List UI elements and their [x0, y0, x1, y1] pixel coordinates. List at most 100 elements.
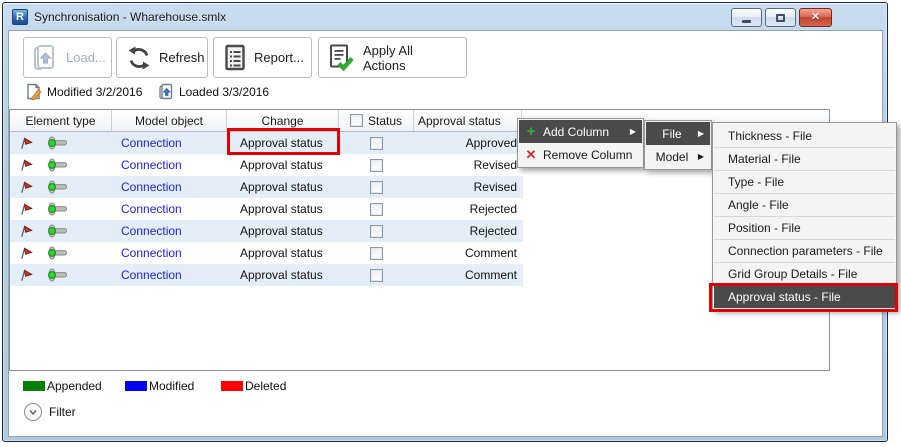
legend-appended-label: Appended	[47, 379, 102, 393]
menu-item-add-column[interactable]: + Add Column ▶	[519, 120, 642, 143]
column-context-menu: + Add Column ▶ ✕ Remove Column	[517, 118, 644, 168]
change-cell: Approval status	[240, 158, 323, 172]
file-label: File	[662, 126, 682, 141]
connection-status-icon	[48, 136, 67, 150]
status-checkbox[interactable]	[370, 224, 383, 238]
menu-item-file[interactable]: File ▶	[646, 122, 710, 145]
deleted-color-swatch	[221, 381, 243, 391]
menu-item-connection-parameters-file[interactable]: Connection parameters - File	[714, 239, 895, 262]
flag-icon	[21, 246, 33, 259]
table-row[interactable]: Connection Approval status Revised	[10, 154, 523, 176]
menu-item-position-file[interactable]: Position - File	[714, 216, 895, 239]
model-object-link[interactable]: Connection	[121, 246, 182, 260]
status-checkbox[interactable]	[370, 136, 383, 150]
connection-status-icon	[48, 202, 67, 216]
menu-item-remove-column[interactable]: ✕ Remove Column	[519, 143, 642, 166]
column-header-model-object[interactable]: Model object	[112, 110, 227, 131]
refresh-button[interactable]: Refresh	[116, 37, 208, 78]
element-type-cell	[10, 264, 112, 286]
connection-status-icon	[48, 180, 67, 194]
menu-item-label: Connection parameters - File	[728, 244, 883, 258]
status-header-checkbox[interactable]	[349, 114, 363, 127]
maximize-button[interactable]	[765, 8, 796, 27]
filter-expander: Filter	[24, 403, 76, 421]
flag-icon	[21, 202, 33, 215]
approval-status-cell: Approved	[465, 136, 517, 150]
loaded-icon	[159, 83, 173, 100]
element-type-cell	[10, 198, 112, 220]
flag-icon	[21, 136, 33, 149]
desktop: R Synchronisation - Wharehouse.smlx ✕ Lo…	[0, 0, 901, 447]
apply-all-actions-icon	[330, 44, 354, 71]
loaded-status: Loaded 3/3/2016	[159, 83, 269, 100]
load-button-label: Load...	[66, 50, 106, 65]
connection-status-icon	[48, 224, 67, 238]
minimize-icon	[742, 19, 751, 23]
model-object-link[interactable]: Connection	[121, 158, 182, 172]
table-row[interactable]: Connection Approval status Comment	[10, 242, 523, 264]
status-checkbox[interactable]	[370, 180, 383, 194]
apply-all-actions-button[interactable]: Apply All Actions	[318, 37, 467, 78]
refresh-button-label: Refresh	[159, 50, 205, 65]
modified-status: Modified 3/2/2016	[25, 83, 142, 100]
submenu-arrow-icon: ▶	[629, 126, 636, 136]
menu-item-label: Grid Group Details - File	[728, 267, 858, 281]
table-row[interactable]: Connection Approval status Comment	[10, 264, 523, 286]
element-type-cell	[10, 220, 112, 242]
close-button[interactable]: ✕	[799, 8, 832, 27]
menu-item-label: Angle - File	[728, 198, 789, 212]
menu-item-angle-file[interactable]: Angle - File	[714, 193, 895, 216]
menu-item-material-file[interactable]: Material - File	[714, 147, 895, 170]
window-title: Synchronisation - Wharehouse.smlx	[34, 9, 227, 24]
add-column-label: Add Column	[543, 124, 610, 139]
table-row[interactable]: Connection Approval status Revised	[10, 176, 523, 198]
column-source-submenu: File ▶ Model ▶	[644, 120, 712, 170]
model-object-link[interactable]: Connection	[121, 202, 182, 216]
status-checkbox[interactable]	[370, 268, 383, 282]
status-header-label: Status	[367, 113, 403, 128]
connection-status-icon	[48, 246, 67, 260]
status-checkbox[interactable]	[370, 202, 383, 216]
remove-x-icon: ✕	[525, 147, 537, 162]
menu-item-type-file[interactable]: Type - File	[714, 170, 895, 193]
approval-status-cell: Revised	[473, 158, 517, 172]
flag-icon	[21, 224, 33, 237]
status-checkbox[interactable]	[370, 246, 383, 260]
filter-expand-button[interactable]	[24, 403, 42, 421]
column-header-status[interactable]: Status	[339, 110, 414, 131]
status-checkbox[interactable]	[370, 158, 383, 172]
menu-item-grid-group-details-file[interactable]: Grid Group Details - File	[714, 262, 895, 285]
change-cell: Approval status	[240, 180, 323, 194]
model-object-link[interactable]: Connection	[121, 180, 182, 194]
model-object-link[interactable]: Connection	[121, 136, 182, 150]
load-button[interactable]: Load...	[23, 37, 112, 78]
minimize-button[interactable]	[731, 8, 762, 27]
change-cell: Approval status	[240, 202, 323, 216]
maximize-icon	[776, 13, 785, 22]
apply-all-actions-button-label: Apply All Actions	[363, 42, 413, 73]
legend-deleted: Deleted	[221, 379, 286, 393]
annotation-box-menu-item	[709, 283, 898, 312]
report-button[interactable]: Report...	[213, 37, 312, 78]
column-header-approval-status[interactable]: Approval status	[414, 110, 522, 131]
model-object-link[interactable]: Connection	[121, 224, 182, 238]
titlebar[interactable]: R Synchronisation - Wharehouse.smlx ✕	[3, 3, 887, 30]
file-columns-submenu: Thickness - File Material - File Type - …	[712, 122, 897, 310]
change-cell: Approval status	[240, 224, 323, 238]
table-row[interactable]: Connection Approval status Rejected	[10, 220, 523, 242]
plus-icon: +	[526, 123, 536, 140]
modified-icon	[27, 83, 42, 100]
refresh-icon	[128, 46, 150, 69]
flag-icon	[21, 180, 33, 193]
report-button-label: Report...	[254, 50, 304, 65]
approval-status-cell: Revised	[473, 180, 517, 194]
appended-color-swatch	[23, 381, 45, 391]
table-row[interactable]: Connection Approval status Rejected	[10, 198, 523, 220]
column-header-element-type[interactable]: Element type	[10, 110, 112, 131]
menu-item-thickness-file[interactable]: Thickness - File	[714, 124, 895, 147]
legend-deleted-label: Deleted	[245, 379, 287, 393]
filter-label: Filter	[49, 405, 76, 419]
menu-item-model[interactable]: Model ▶	[646, 145, 710, 168]
flag-icon	[21, 268, 33, 281]
model-object-link[interactable]: Connection	[121, 268, 182, 282]
